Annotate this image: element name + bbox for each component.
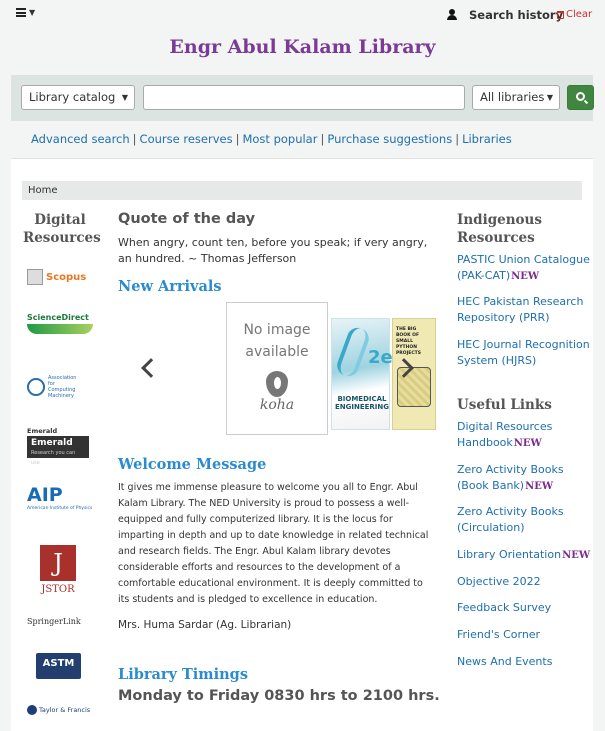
book-cover-python[interactable]: THE BIG BOOK OF SMALL PYTHON PROJECTS — [392, 318, 436, 430]
advanced-search-link[interactable]: Advanced search — [31, 132, 130, 146]
caret-down-icon: ▼ — [29, 8, 36, 17]
swoosh-icon — [27, 324, 93, 334]
quote-heading: Quote of the day — [118, 211, 256, 227]
library-title[interactable]: Engr Abul Kalam Library — [0, 36, 605, 58]
search-scope-value: Library catalog — [29, 90, 116, 104]
taylor-francis-logo[interactable]: Taylor & Francis — [27, 705, 90, 715]
welcome-heading: Welcome Message — [118, 456, 267, 473]
new-badge: NEW — [562, 550, 591, 561]
emerald-logo[interactable]: Emerald Emerald Research you can use — [27, 427, 89, 466]
list-icon — [16, 8, 26, 17]
chevron-right-icon[interactable] — [400, 358, 412, 378]
book-cover-biomedical[interactable]: 2e BIOMEDICAL ENGINEERING — [331, 318, 393, 430]
timings-heading: Library Timings — [118, 666, 248, 683]
library-select-value: All libraries — [480, 90, 545, 104]
search-bar: Library catalog ▼ All libraries ▼ — [11, 75, 594, 121]
more-searches-nav: Advanced search | Course reserves | Most pop… — [31, 132, 512, 146]
chevron-down-icon: ▼ — [121, 93, 128, 102]
search-icon — [576, 92, 585, 101]
acm-logo[interactable]: Association for Computing Machinery — [27, 375, 78, 399]
springerlink-logo[interactable]: SpringerLink — [27, 617, 81, 626]
astm-logo[interactable]: ASTM — [36, 653, 81, 679]
breadcrumb-home[interactable]: Home — [28, 185, 58, 196]
scopus-logo[interactable]: Scopus — [27, 269, 86, 285]
trash-icon — [557, 10, 564, 19]
indigenous-resources-heading: Indigenous Resources — [457, 212, 542, 246]
timings-text: Monday to Friday 0830 hrs to 2100 hrs. — [118, 688, 440, 704]
top-bar: ▼ Search history Clear — [0, 0, 605, 30]
digital-resources-heading: Digital Resources — [23, 212, 101, 246]
purchase-suggestions-link[interactable]: Purchase suggestions — [327, 132, 452, 146]
search-button[interactable] — [567, 85, 594, 110]
dna-helix-icon — [334, 324, 372, 380]
new-badge: NEW — [525, 481, 554, 492]
most-popular-link[interactable]: Most popular — [242, 132, 317, 146]
new-arrivals-carousel: No image available koha 2e BIOMEDICAL ENG… — [118, 302, 436, 436]
user-icon — [447, 9, 457, 20]
objective-2022-link[interactable]: Objective 2022 — [457, 574, 591, 590]
search-input[interactable] — [143, 85, 465, 110]
quote-text: When angry, count ten, before you speak;… — [118, 236, 428, 265]
acm-emblem-icon — [27, 378, 45, 396]
search-history-link[interactable]: Search history — [469, 8, 563, 22]
koha-logo-icon — [266, 371, 288, 397]
chevron-left-icon[interactable] — [140, 358, 152, 378]
hec-prr-link[interactable]: HEC Pakistan Research Repository (PRR) — [457, 294, 591, 326]
course-reserves-link[interactable]: Course reserves — [140, 132, 233, 146]
jstor-emblem-icon: J — [40, 545, 76, 581]
zero-activity-circulation-link[interactable]: Zero Activity Books (Circulation) — [457, 504, 591, 536]
jstor-logo[interactable]: J JSTOR — [40, 545, 76, 595]
no-image-cover[interactable]: No image available koha — [226, 302, 328, 435]
library-select[interactable]: All libraries ▼ — [472, 85, 560, 110]
menu-toggle[interactable]: ▼ — [16, 8, 35, 17]
libraries-link[interactable]: Libraries — [462, 132, 512, 146]
pastic-link[interactable]: PASTIC Union Catalogue (PAK-CAT)NEW — [457, 252, 591, 285]
library-orientation-link[interactable]: Library OrientationNEW — [457, 547, 591, 564]
search-scope-select[interactable]: Library catalog ▼ — [21, 85, 135, 110]
sciencedirect-logo[interactable]: ScienceDirect — [27, 313, 93, 339]
welcome-text: It gives me immense pleasure to welcome … — [118, 482, 429, 605]
digital-resources-handbook-link[interactable]: Digital Resources HandbookNEW — [457, 419, 591, 452]
news-events-link[interactable]: News And Events — [457, 654, 591, 670]
useful-links-heading: Useful Links — [457, 397, 552, 413]
new-badge: NEW — [513, 438, 542, 449]
new-arrivals-heading: New Arrivals — [118, 278, 222, 295]
aip-logo[interactable]: AIP American Institute of Physics — [27, 484, 92, 511]
feedback-survey-link[interactable]: Feedback Survey — [457, 600, 591, 616]
hec-hjrs-link[interactable]: HEC Journal Recognition System (HJRS) — [457, 337, 591, 369]
breadcrumb: Home — [22, 181, 582, 200]
clear-history-link[interactable]: Clear — [557, 9, 592, 20]
elsevier-tree-icon — [27, 269, 43, 285]
librarian-signature: Mrs. Huma Sardar (Ag. Librarian) — [118, 619, 292, 631]
chevron-down-icon: ▼ — [546, 93, 553, 102]
clear-label: Clear — [566, 9, 593, 20]
main-panel: Home Digital Resources Scopus ScienceDir… — [11, 158, 593, 731]
zero-activity-bookbank-link[interactable]: Zero Activity Books (Book Bank)NEW — [457, 462, 591, 495]
friends-corner-link[interactable]: Friend's Corner — [457, 627, 591, 643]
tf-emblem-icon — [27, 705, 37, 715]
new-badge: NEW — [511, 271, 540, 282]
